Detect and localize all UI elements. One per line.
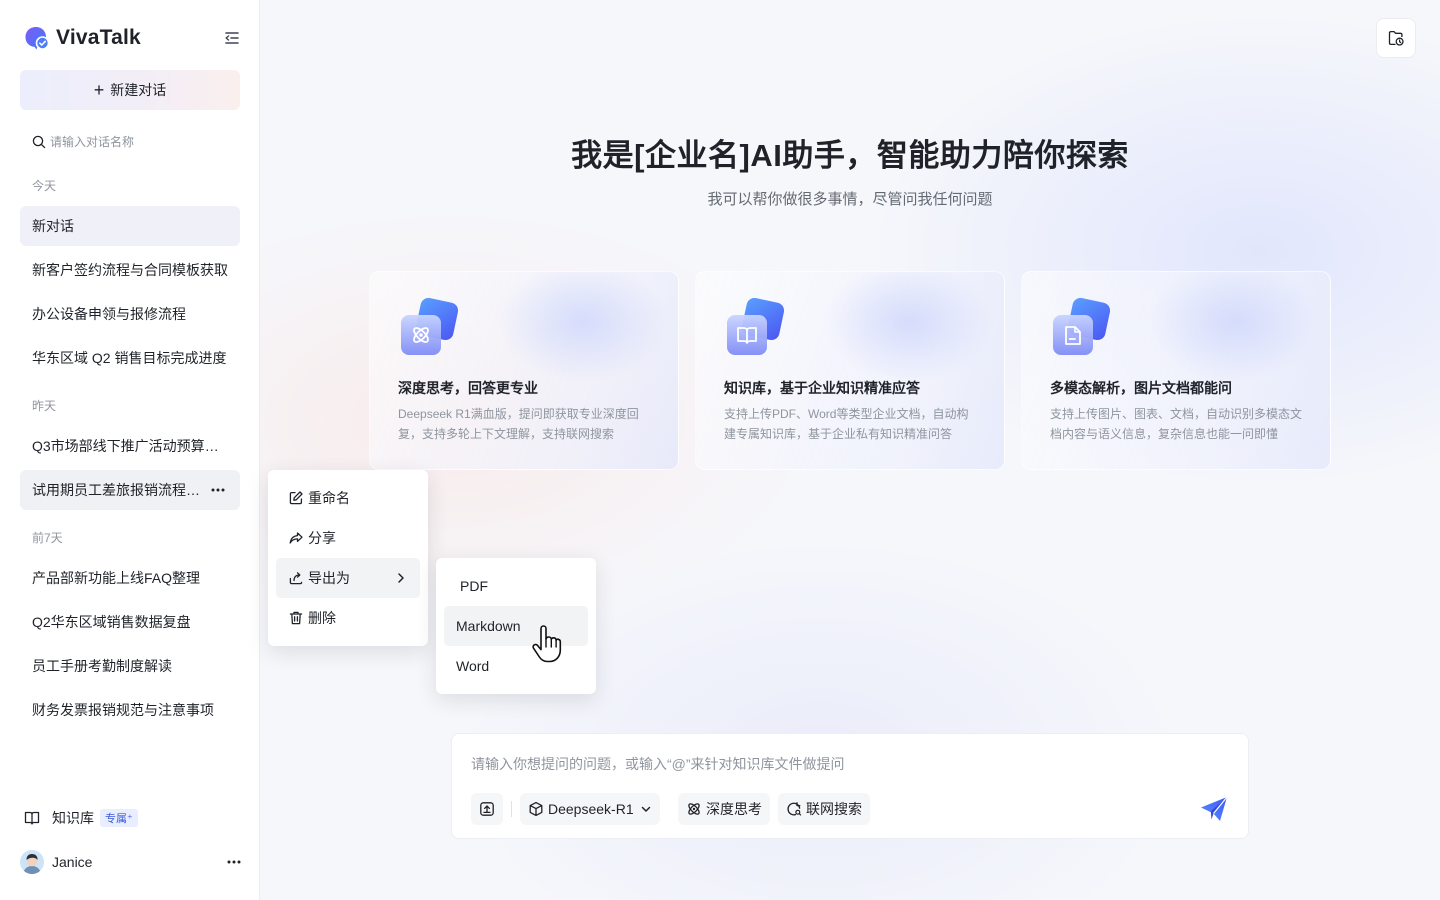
web-search-label: 联网搜索 [806, 801, 862, 817]
edit-icon [289, 491, 303, 505]
deep-think-label: 深度思考 [706, 801, 762, 817]
menu-item-export[interactable]: 导出为 [276, 558, 420, 598]
conversation-item[interactable]: 产品部新功能上线FAQ整理 [20, 558, 240, 598]
feature-card-multimodal[interactable]: 多模态解析，图片文档都能问 支持上传图片、图表、文档，自动识别多模态文档内容与语… [1021, 271, 1331, 470]
share-icon [289, 532, 303, 544]
upload-icon [480, 802, 494, 816]
chevron-right-icon [398, 573, 404, 583]
new-chat-button[interactable]: + 新建对话 [20, 70, 240, 110]
export-option-word[interactable]: Word [444, 646, 588, 686]
document-icon [1053, 298, 1110, 355]
brand[interactable]: VivaTalk [24, 24, 141, 52]
export-option-pdf[interactable]: PDF [444, 566, 588, 606]
knowledge-base-link[interactable]: 知识库 专属⁺ [24, 806, 138, 830]
main-panel: 我是[企业名]AI助手，智能助力陪你探索 我可以帮你做很多事情，尽管问我任何问题… [260, 0, 1440, 900]
card-title: 多模态解析，图片文档都能问 [1050, 380, 1232, 396]
brand-name: VivaTalk [56, 26, 141, 49]
card-title: 知识库，基于企业知识精准应答 [724, 380, 920, 396]
deep-think-toggle[interactable]: 深度思考 [678, 793, 770, 825]
conversation-item[interactable]: 财务发票报销规范与注意事项 [20, 690, 240, 730]
export-option-markdown[interactable]: Markdown [444, 606, 588, 646]
conversation-item[interactable]: 新客户签约流程与合同模板获取 [20, 250, 240, 290]
model-selector[interactable]: Deepseek-R1 [520, 793, 660, 825]
atom-icon [688, 803, 700, 815]
globe-search-icon [787, 802, 802, 816]
conversation-search [32, 132, 232, 152]
folder-clock-icon [1388, 30, 1404, 46]
group-label-today: 今天 [32, 179, 57, 193]
book-icon [24, 811, 40, 825]
chevron-down-icon [641, 806, 650, 812]
avatar [20, 850, 44, 874]
more-options-icon[interactable] [210, 482, 226, 498]
atom-icon [401, 298, 458, 355]
chat-composer: Deepseek-R1 深度思考 联网搜索 [451, 733, 1249, 839]
page-subtitle: 我可以帮你做很多事情，尽管问我任何问题 [707, 191, 993, 208]
sidebar: VivaTalk + 新建对话 今天 新对话 新客户签约流程与合同模板获取 办公… [0, 0, 260, 900]
more-options-icon[interactable] [226, 854, 242, 870]
page-title: 我是[企业名]AI助手，智能助力陪你探索 [571, 138, 1129, 173]
conversation-item[interactable]: 华东区域 Q2 销售目标完成进度 [20, 338, 240, 378]
plus-icon: + [93, 80, 105, 100]
new-chat-label: 新建对话 [110, 82, 167, 98]
book-icon [727, 298, 784, 355]
trash-icon [289, 611, 303, 625]
send-button[interactable] [1199, 794, 1229, 824]
menu-item-delete[interactable]: 删除 [276, 598, 420, 638]
conversation-item[interactable]: 新对话 [20, 206, 240, 246]
group-label-week: 前7天 [32, 531, 63, 545]
user-profile[interactable]: Janice [20, 850, 242, 874]
conversation-item-hovered[interactable]: 试用期员工差旅报销流程咨询 [20, 470, 240, 510]
search-input[interactable] [50, 135, 230, 149]
card-description: 支持上传PDF、Word等类型企业文档，自动构建专属知识库，基于企业私有知识精准… [724, 407, 969, 441]
model-name: Deepseek-R1 [548, 801, 634, 817]
card-title: 深度思考，回答更专业 [398, 380, 538, 396]
card-description: Deepseek R1满血版，提问即获取专业深度回复，支持多轮上下文理解，支持联… [398, 407, 639, 441]
menu-item-rename[interactable]: 重命名 [276, 478, 420, 518]
cube-icon [529, 801, 543, 817]
conversation-item[interactable]: 员工手册考勤制度解读 [20, 646, 240, 686]
card-description: 支持上传图片、图表、文档，自动识别多模态文档内容与语义信息，复杂信息也能一问即懂 [1050, 407, 1303, 441]
export-icon [289, 572, 303, 585]
conversation-context-menu: 重命名 分享 导出为 删除 [268, 470, 428, 646]
conversation-item[interactable]: Q3市场部线下推广活动预算拆解 [20, 426, 240, 466]
divider [511, 801, 512, 817]
conversation-item[interactable]: 办公设备申领与报修流程 [20, 294, 240, 334]
search-icon [32, 135, 46, 149]
chat-input[interactable] [471, 754, 1211, 776]
file-history-button[interactable] [1376, 18, 1416, 58]
feature-card-knowledge-base[interactable]: 知识库，基于企业知识精准应答 支持上传PDF、Word等类型企业文档，自动构建专… [695, 271, 1005, 470]
collapse-sidebar-icon[interactable] [222, 28, 242, 48]
menu-item-share[interactable]: 分享 [276, 518, 420, 558]
group-label-yesterday: 昨天 [32, 399, 57, 413]
upload-file-button[interactable] [471, 793, 503, 825]
vivatalk-logo-icon [25, 27, 50, 50]
knowledge-base-label: 知识库 [52, 810, 94, 826]
feature-card-deep-thinking[interactable]: 深度思考，回答更专业 Deepseek R1满血版，提问即获取专业深度回复，支持… [369, 271, 679, 470]
exclusive-badge: 专属⁺ [100, 809, 138, 827]
user-name: Janice [52, 854, 93, 870]
web-search-toggle[interactable]: 联网搜索 [778, 793, 870, 825]
conversation-item[interactable]: Q2华东区域销售数据复盘 [20, 602, 240, 642]
export-submenu: PDF Markdown Word [436, 558, 596, 694]
